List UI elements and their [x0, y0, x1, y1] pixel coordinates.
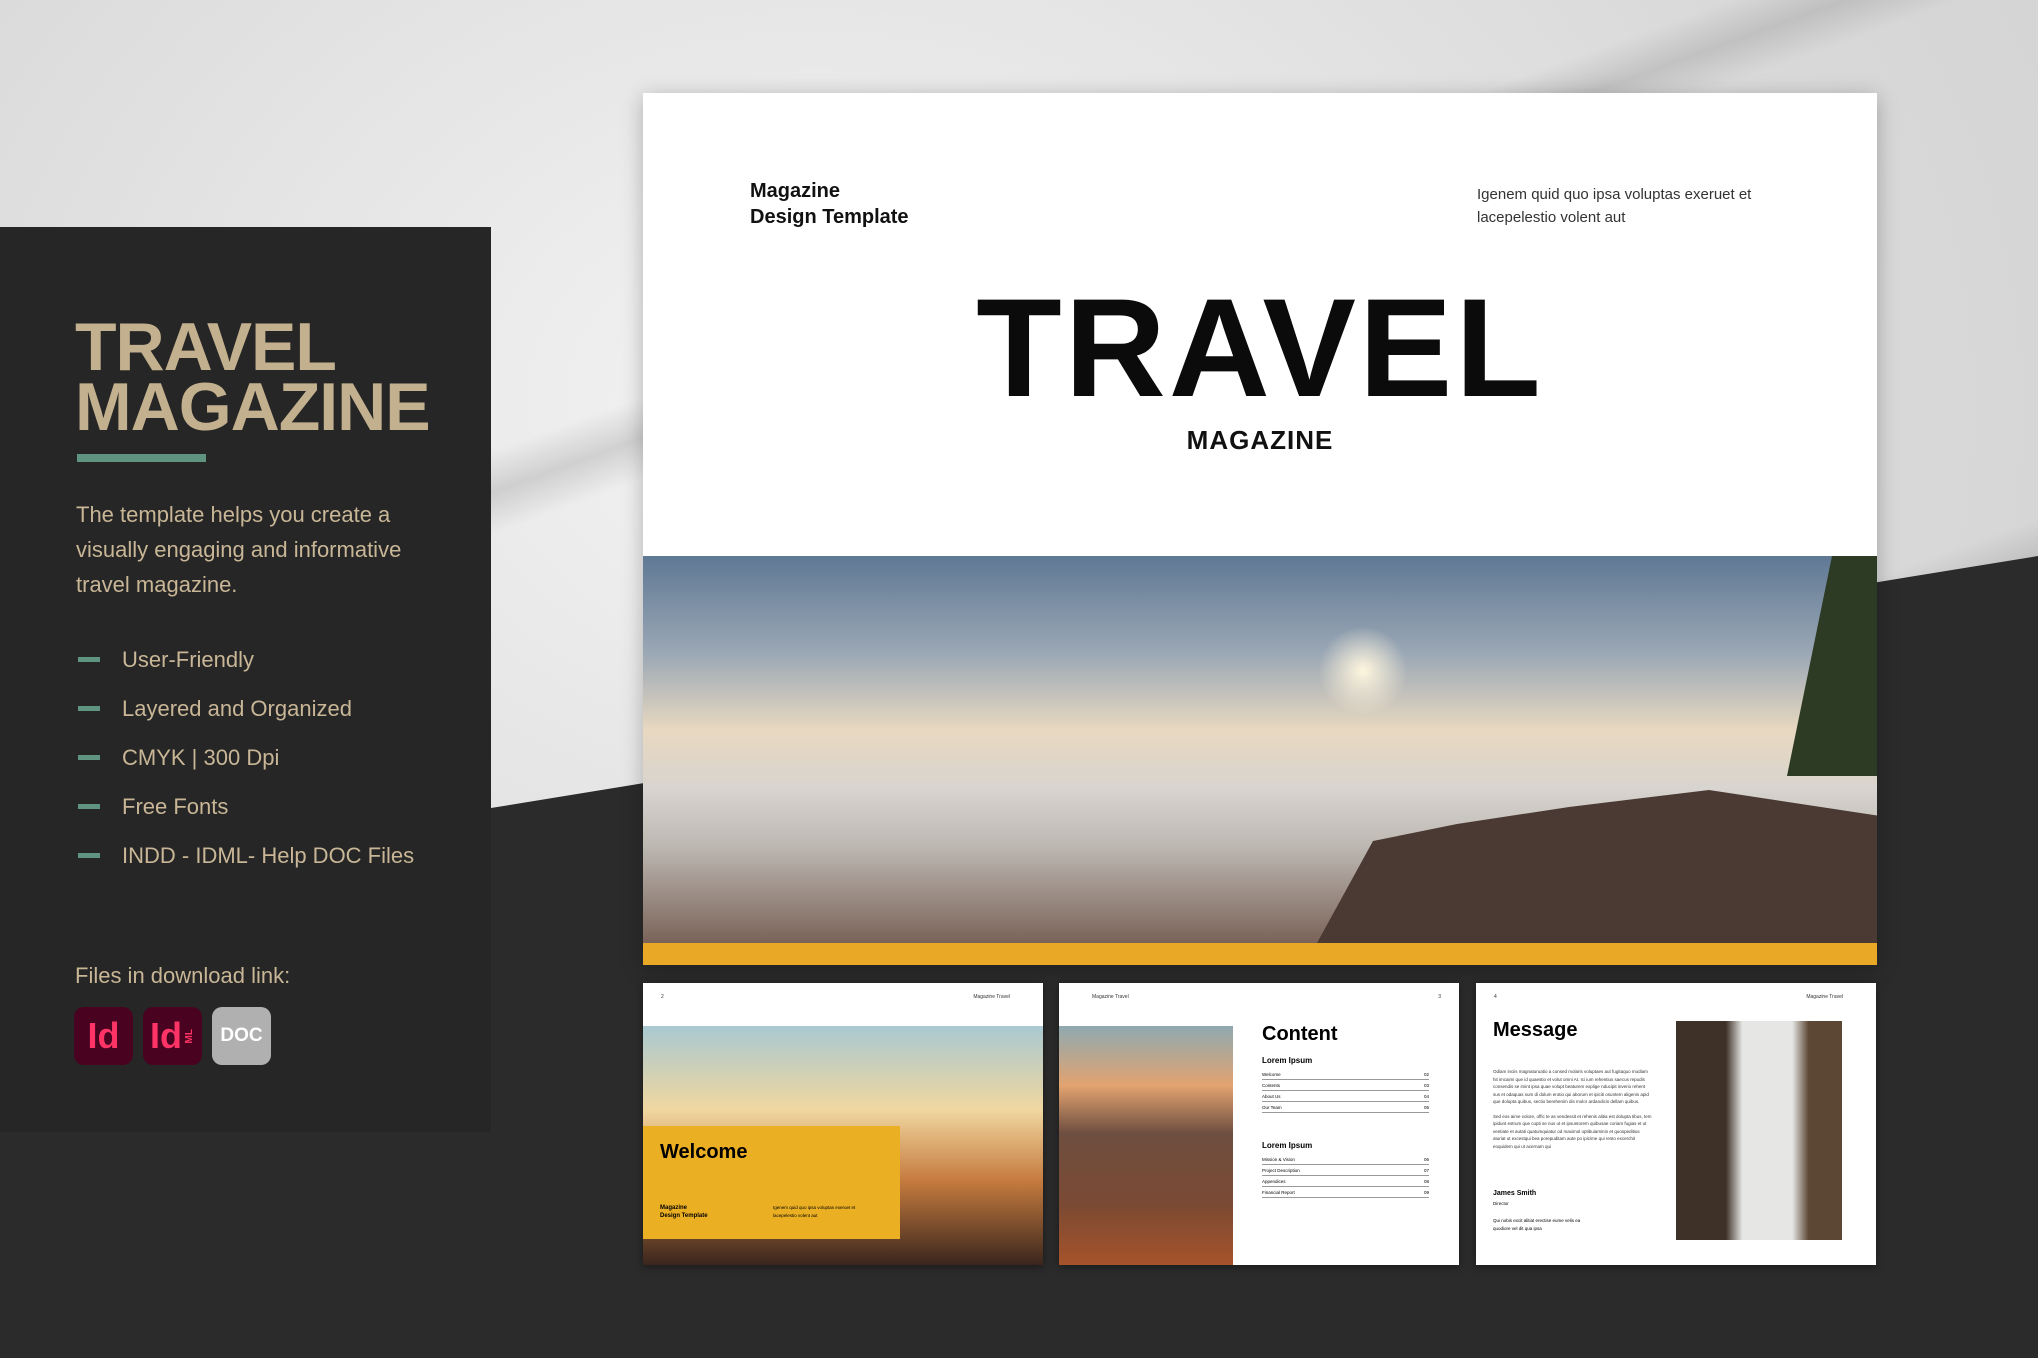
toc-page: 04	[1423, 1094, 1429, 1099]
closing-text: Qui nobis excit alitiat erectise eume ve…	[1493, 1218, 1581, 1231]
toc-label: Welcome	[1262, 1072, 1281, 1077]
paragraph: Sed eos aime volore, offic te as vendess…	[1493, 1113, 1652, 1149]
contents-list: Content Lorem Ipsum Welcome 02 Contents 03…	[1262, 1023, 1429, 1198]
file-icons: Id Id ML DOC	[74, 1007, 271, 1065]
running-head: Magazine Travel	[1092, 994, 1129, 1000]
rock	[1317, 790, 1877, 943]
cover-title: TRAVEL	[976, 269, 1544, 426]
feature-label: Layered and Organized	[122, 695, 352, 721]
title-line: MAGAZINE	[75, 369, 431, 445]
feature-list: User-Friendly Layered and Organized CMYK…	[78, 635, 414, 880]
toc-page: 05	[1423, 1105, 1429, 1110]
feature-label: CMYK | 300 Dpi	[122, 744, 280, 770]
toc-row: Mission & Vision 06	[1262, 1154, 1429, 1165]
dash-icon	[78, 853, 100, 858]
toc-label: Our Team	[1262, 1105, 1282, 1110]
icon-label: Id	[150, 1015, 182, 1056]
author-name: James Smith	[1493, 1190, 1537, 1197]
doc-icon: DOC	[212, 1007, 271, 1065]
page-heading: Message	[1493, 1019, 1578, 1041]
toc-page: 08	[1423, 1179, 1429, 1184]
dash-icon	[78, 657, 100, 662]
dash-icon	[78, 755, 100, 760]
feature-item: Layered and Organized	[78, 684, 414, 733]
page-thumbnail-welcome: 2 Magazine Travel Welcome Magazine Design…	[643, 983, 1043, 1265]
toc-row: Project Description 07	[1262, 1165, 1429, 1176]
toc-label: Appendices	[1262, 1179, 1286, 1184]
feature-item: User-Friendly	[78, 635, 414, 684]
feature-label: Free Fonts	[122, 793, 229, 819]
toc-page: 06	[1423, 1157, 1429, 1162]
section-title: Lorem Ipsum	[1262, 1141, 1313, 1150]
author-role: Director	[1493, 1201, 1509, 1206]
toc-page: 09	[1423, 1190, 1429, 1195]
toc-row: Welcome 02	[1262, 1069, 1429, 1080]
toc-row: Financial Report 09	[1262, 1187, 1429, 1198]
page-number: 3	[1438, 994, 1441, 1000]
welcome-left: Magazine Design Template	[660, 1204, 708, 1220]
welcome-right: Igenem quid quo ipsa voluptas exeruet et…	[773, 1205, 856, 1218]
info-panel: TRAVEL MAGAZINE The template helps you cr…	[0, 227, 491, 1132]
page-number: 4	[1494, 994, 1497, 1000]
section-title: Lorem Ipsum	[1262, 1056, 1313, 1065]
toc-label: Contents	[1262, 1083, 1281, 1088]
accent-bar	[643, 943, 1877, 965]
feature-item: CMYK | 300 Dpi	[78, 733, 414, 782]
page-thumbnail-content: Magazine Travel 3 Content Lorem Ipsum We…	[1059, 983, 1459, 1265]
line: Magazine	[750, 180, 841, 202]
icon-sublabel: ML	[184, 1028, 195, 1044]
icon-label: Id	[87, 1015, 120, 1056]
line: Design Template	[750, 206, 909, 228]
cover-top-left: Magazine Design Template	[750, 178, 909, 230]
cover-page: Magazine Design Template Igenem quid quo …	[643, 93, 1877, 965]
message-body: Odiam inciis magnaturuatio a consed mola…	[1493, 1068, 1653, 1157]
tree	[1787, 556, 1877, 776]
paragraph: Odiam inciis magnaturuatio a consed mola…	[1493, 1069, 1649, 1104]
page-number: 2	[661, 994, 664, 1000]
toc-page: 02	[1423, 1072, 1429, 1077]
page-heading: Welcome	[660, 1141, 748, 1163]
cover-photo	[643, 556, 1877, 943]
indd-icon: Id	[74, 1007, 133, 1065]
page-thumbnail-message: 4 Magazine Travel Message Odiam inciis m…	[1476, 983, 1876, 1265]
running-head: Magazine Travel	[1806, 994, 1843, 1000]
line: Design Template	[660, 1213, 708, 1219]
feature-label: User-Friendly	[122, 646, 255, 672]
mountain-photo	[1059, 1026, 1233, 1265]
accent-rule	[77, 454, 206, 462]
idml-icon: Id ML	[143, 1007, 202, 1065]
toc-row: Our Team 05	[1262, 1102, 1429, 1113]
page-heading: Content	[1262, 1023, 1338, 1045]
files-label: Files in download link:	[75, 963, 291, 988]
running-head: Magazine Travel	[973, 994, 1010, 1000]
feature-label: INDD - IDML- Help DOC Files	[122, 842, 415, 868]
feature-item: Free Fonts	[78, 782, 414, 831]
dash-icon	[78, 804, 100, 809]
icon-label: DOC	[220, 1025, 263, 1046]
panel-description: The template helps you create a visually…	[76, 502, 402, 597]
title-line: TRAVEL	[75, 309, 337, 385]
feature-item: INDD - IDML- Help DOC Files	[78, 831, 414, 880]
toc-page: 07	[1423, 1168, 1429, 1173]
panel-title: TRAVEL MAGAZINE	[75, 309, 431, 445]
toc-label: Mission & Vision	[1262, 1157, 1295, 1162]
toc-row: About Us 04	[1262, 1091, 1429, 1102]
toc-label: About Us	[1262, 1094, 1281, 1099]
welcome-box: Welcome Magazine Design Template Igenem q…	[643, 1126, 900, 1239]
toc-label: Financial Report	[1262, 1190, 1295, 1195]
cover-top-right: Igenem quid quo ipsa voluptas exeruet et…	[1477, 186, 1752, 226]
cave-photo	[1676, 1021, 1842, 1240]
toc-row: Appendices 08	[1262, 1176, 1429, 1187]
line: Magazine	[660, 1205, 688, 1211]
toc-page: 03	[1423, 1083, 1429, 1088]
cover-subtitle: MAGAZINE	[1186, 425, 1334, 455]
dash-icon	[78, 706, 100, 711]
toc-row: Contents 03	[1262, 1080, 1429, 1091]
sun	[1318, 626, 1408, 716]
toc-label: Project Description	[1262, 1168, 1300, 1173]
